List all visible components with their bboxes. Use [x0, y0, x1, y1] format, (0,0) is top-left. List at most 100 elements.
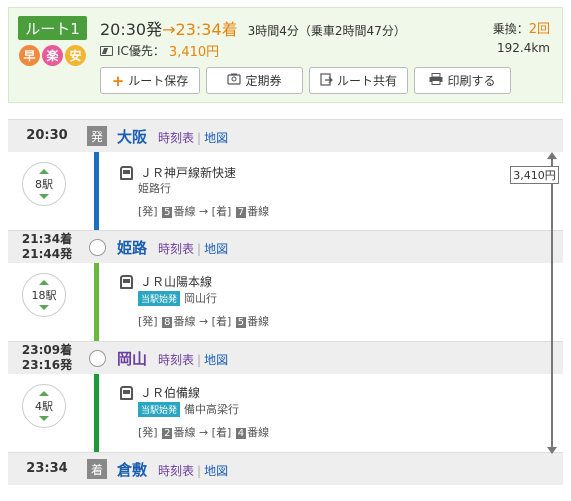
fare-value: 3,410円: [168, 45, 220, 60]
station-row-kurashiki: 23:34 着 倉敷 時刻表 | 地図: [8, 452, 563, 485]
station-links: 時刻表 | 地図: [158, 353, 229, 367]
plus-icon: +: [111, 71, 125, 90]
pass-icon: [227, 73, 242, 88]
expand-up-icon: [39, 169, 49, 174]
transfer-station-marker: [89, 350, 106, 367]
distance: 192.4km: [497, 41, 550, 55]
arrive-track-suffix: 番線: [247, 426, 270, 439]
line-name: ＪＲ山陽本線: [140, 275, 213, 289]
station-row-himeji: 21:34着 21:44発 姫路 時刻表 | 地図: [8, 230, 563, 263]
expand-up-icon: [39, 280, 49, 285]
station-row-okayama: 23:09着 23:16発 岡山 時刻表 | 地図: [8, 341, 563, 374]
transfer-label: 乗換：: [492, 22, 529, 36]
depart-time: 23:16発: [21, 358, 73, 372]
map-link[interactable]: 地図: [204, 131, 228, 145]
expand-down-icon: [39, 194, 49, 199]
fare-prefix: IC優先：: [117, 44, 165, 58]
track-info: [発] 8 番線 → [着] 5 番線: [138, 313, 269, 329]
stops-count: 18駅: [31, 289, 57, 302]
arrive-track: 5: [235, 317, 247, 328]
print-button[interactable]: 印刷する: [414, 67, 511, 94]
timetable-link[interactable]: 時刻表: [158, 464, 194, 478]
share-route-button[interactable]: ルート共有: [309, 67, 408, 94]
route-line-sanyo: [94, 263, 99, 341]
station-links: 時刻表 | 地図: [158, 242, 229, 256]
save-route-label: ルート保存: [128, 74, 189, 88]
station-name[interactable]: 大阪: [117, 126, 147, 147]
station-name[interactable]: 岡山: [117, 348, 147, 369]
route-badge[interactable]: ルート1: [18, 16, 87, 40]
station-links: 時刻表 | 地図: [158, 464, 229, 478]
station-time: 21:34着 21:44発: [8, 232, 86, 262]
commuter-pass-label: 定期券: [245, 74, 282, 88]
depart-track-suffix: 番線: [173, 426, 196, 439]
arrive-time: 23:34着: [175, 20, 238, 39]
station-name[interactable]: 姫路: [117, 237, 147, 258]
timetable-link[interactable]: 時刻表: [158, 131, 194, 145]
easy-icon: 楽: [42, 45, 63, 66]
depart-track-prefix: [発]: [138, 205, 158, 218]
direction-label: 姫路行: [138, 182, 171, 195]
depart-tag: 発: [87, 126, 107, 146]
station-time: 23:09着 23:16発: [8, 343, 86, 373]
map-link[interactable]: 地図: [204, 242, 228, 256]
direction: 当駅始発 備中高梁行: [138, 401, 239, 417]
map-link[interactable]: 地図: [204, 353, 228, 367]
arrive-track: 4: [235, 428, 247, 439]
first-stop-badge: 当駅始発: [138, 401, 181, 417]
fare-span-down-arrow-icon: [547, 447, 557, 454]
first-stop-badge: 当駅始発: [138, 290, 181, 306]
merit-icons: 早 楽 安: [19, 45, 86, 66]
expand-down-icon: [39, 305, 49, 310]
duration: 3時間4分（乗車2時間47分）: [247, 24, 406, 38]
fast-icon: 早: [19, 45, 40, 66]
fare-span-label: 3,410円: [510, 166, 559, 184]
stops-count-toggle[interactable]: 8駅: [22, 162, 66, 206]
depart-time: 21:44発: [21, 247, 73, 261]
expand-down-icon: [39, 416, 49, 421]
depart-track: 8: [162, 317, 173, 328]
expand-up-icon: [39, 391, 49, 396]
depart-time: 20:30発: [100, 20, 163, 39]
line-name: ＪＲ神戸線新快速: [140, 166, 237, 180]
ic-card-icon: [100, 45, 113, 56]
arrive-track-prefix: → [着]: [198, 315, 232, 328]
station-time: 20:30: [26, 128, 68, 143]
station-links: 時刻表 | 地図: [158, 131, 229, 145]
cheap-icon: 安: [65, 45, 86, 66]
transfer-count: 2回: [528, 22, 550, 37]
arrive-time: 21:34着: [21, 232, 73, 246]
direction: 姫路行: [138, 180, 171, 196]
arrive-time: 23:09着: [21, 343, 73, 357]
depart-track-prefix: [発]: [138, 315, 158, 328]
direction-label: 岡山行: [184, 292, 218, 305]
stops-count-toggle[interactable]: 4駅: [22, 384, 66, 428]
stops-count: 4駅: [35, 400, 53, 413]
station-row-osaka: 20:30 発 大阪 時刻表 | 地図: [8, 119, 563, 152]
arrive-tag: 着: [87, 459, 107, 479]
stops-count-toggle[interactable]: 18駅: [22, 273, 66, 317]
depart-track: 2: [162, 428, 173, 439]
map-link[interactable]: 地図: [204, 464, 228, 478]
station-time: 23:34: [26, 461, 68, 476]
arrive-track-prefix: → [着]: [198, 426, 232, 439]
stops-count: 8駅: [35, 178, 53, 191]
arrow: →: [162, 20, 176, 39]
station-name[interactable]: 倉敷: [117, 459, 147, 480]
line-name: ＪＲ伯備線: [140, 386, 201, 400]
route-summary: ルート1 早 楽 安 20:30発→23:34着 3時間4分（乗車2時間47分） …: [8, 7, 563, 103]
commuter-pass-button[interactable]: 定期券: [206, 67, 303, 94]
fare-span-line: [551, 156, 553, 450]
save-route-button[interactable]: + ルート保存: [100, 67, 200, 94]
share-icon: [320, 72, 333, 89]
transfer-info: 乗換：2回: [493, 18, 550, 37]
timetable-link[interactable]: 時刻表: [158, 353, 194, 367]
timetable-link[interactable]: 時刻表: [158, 242, 194, 256]
arrive-track-suffix: 番線: [247, 205, 270, 218]
transfer-station-marker: [89, 239, 106, 256]
direction-label: 備中高梁行: [184, 403, 240, 416]
print-label: 印刷する: [447, 74, 496, 88]
depart-track-suffix: 番線: [173, 315, 196, 328]
train-icon: [120, 386, 133, 400]
depart-track-prefix: [発]: [138, 426, 158, 439]
